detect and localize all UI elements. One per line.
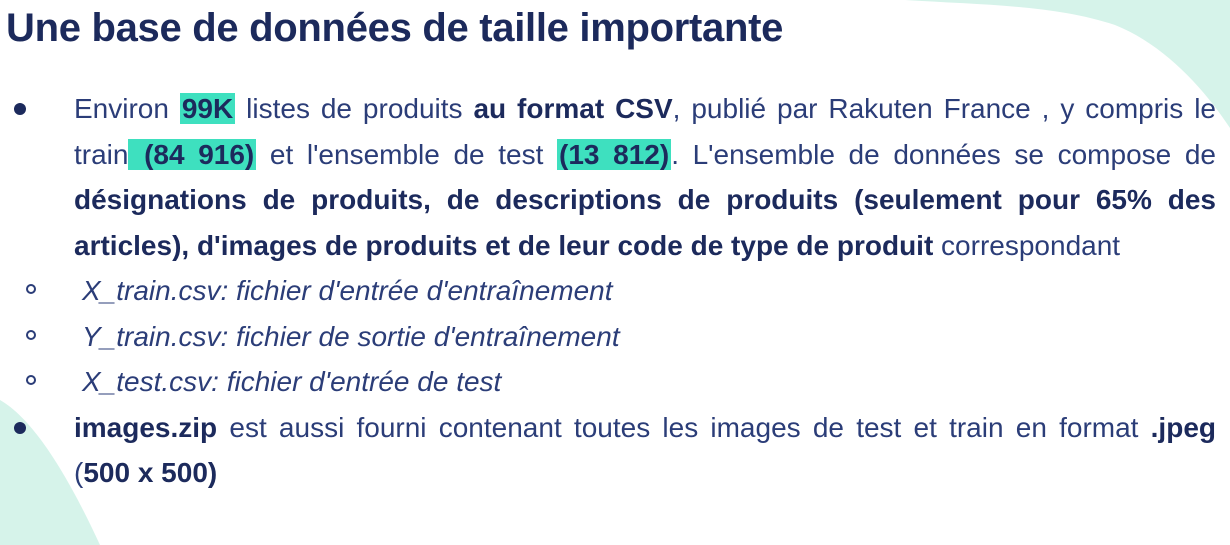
bold-format: au format CSV xyxy=(473,93,673,124)
file-description: X_train.csv: fichier d'entrée d'entraîne… xyxy=(82,275,613,306)
sublist-item-x-test: X_test.csv: fichier d'entrée de test xyxy=(26,359,1230,405)
bold-image-size: 500 x 500) xyxy=(83,457,218,488)
circle-bullet-icon xyxy=(26,375,36,385)
text-span: . L'ensemble de données se compose de xyxy=(671,138,1217,170)
sublist-item-y-train: Y_train.csv: fichier de sortie d'entraîn… xyxy=(26,314,1230,360)
text-span: et l'ensemble de test xyxy=(256,138,558,170)
bullet-dot-icon xyxy=(14,421,26,434)
text-span: ( xyxy=(74,457,84,488)
file-description: X_test.csv: fichier d'entrée de test xyxy=(82,366,502,397)
highlight-count: 99K xyxy=(179,93,236,124)
circle-bullet-icon xyxy=(26,284,36,294)
bullet-dataset-description: Environ 99K listes de produits au format… xyxy=(0,86,1230,268)
text-span: listes de produits xyxy=(235,93,474,124)
highlight-test-count: (13 812) xyxy=(557,138,672,170)
bold-extension: .jpeg xyxy=(1150,411,1216,443)
text-span: correspondant xyxy=(933,229,1121,261)
text-span: est aussi fourni contenant toutes les im… xyxy=(217,411,1151,443)
text-span: Environ xyxy=(74,93,180,124)
bullet-list: Environ 99K listes de produits au format… xyxy=(0,86,1230,496)
bold-archive-name: images.zip xyxy=(74,411,218,443)
sublist-item-x-train: X_train.csv: fichier d'entrée d'entraîne… xyxy=(26,268,1230,314)
slide-title: Une base de données de taille importante xyxy=(6,6,784,50)
highlight-train-count: (84 916) xyxy=(128,138,257,170)
bullet-images-archive: images.zip est aussi fourni contenant to… xyxy=(0,405,1230,496)
file-description: Y_train.csv: fichier de sortie d'entraîn… xyxy=(82,320,620,352)
circle-bullet-icon xyxy=(26,329,36,340)
bullet-dot-icon xyxy=(14,103,26,115)
file-sublist: X_train.csv: fichier d'entrée d'entraîne… xyxy=(0,268,1230,405)
